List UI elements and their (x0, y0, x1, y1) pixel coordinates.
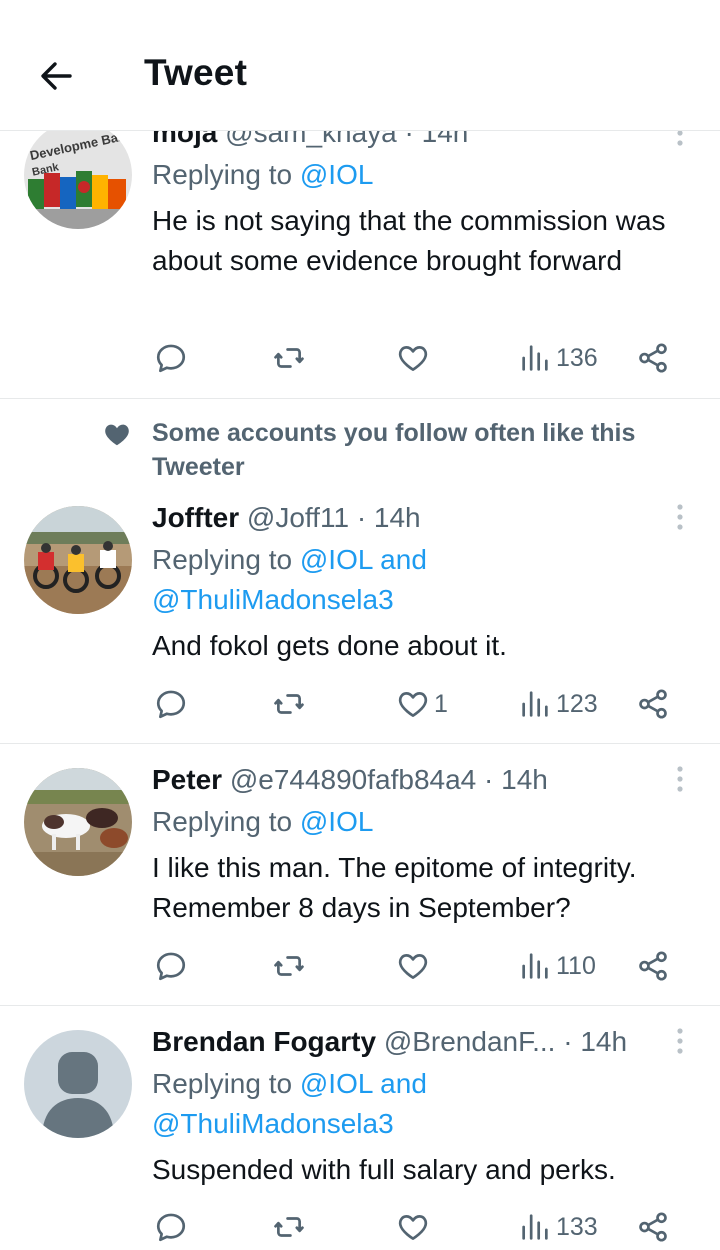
mention-link[interactable]: @IOL and (300, 1068, 427, 1099)
retweet-button[interactable] (272, 684, 306, 724)
tweet-feed: Developme Bank Bank moja @sam_khaya · 14… (0, 0, 720, 1250)
display-name[interactable]: Joffter (152, 502, 239, 533)
views-button[interactable]: 133 (518, 1207, 598, 1247)
reply-button[interactable] (154, 338, 188, 378)
mention-link[interactable]: @IOL (300, 159, 374, 190)
tweet-text: Suspended with full salary and perks. (152, 1154, 616, 1185)
views-button[interactable]: 136 (518, 338, 598, 378)
reply-icon (156, 344, 186, 373)
tweet-text: And fokol gets done about it. (152, 630, 507, 661)
tweet-peter[interactable]: Peter @e744890fafb84a4 · 14h Replying to… (0, 744, 720, 1005)
views-icon (522, 345, 548, 371)
retweet-button[interactable] (272, 1207, 306, 1247)
views-icon (522, 691, 548, 717)
tweet-author-line: Peter @e744890fafb84a4 · 14h (152, 763, 548, 797)
avatar[interactable] (24, 506, 132, 614)
retweet-button[interactable] (272, 946, 306, 986)
tweet-actions: 1 123 (152, 684, 682, 724)
arrow-left-icon[interactable] (36, 56, 76, 96)
tweet-time[interactable]: · 14h (357, 502, 421, 533)
tweet-time[interactable]: · 14h (563, 1026, 627, 1057)
top-bar: Tweet (0, 0, 720, 131)
avatar[interactable]: Developme Bank Bank (24, 121, 132, 229)
reply-button[interactable] (154, 1207, 188, 1247)
retweet-icon (274, 1217, 304, 1237)
tweet-actions: 110 (152, 946, 682, 986)
reply-button[interactable] (154, 684, 188, 724)
retweet-icon (274, 694, 304, 714)
replying-to: Replying to @IOL and (152, 1068, 427, 1099)
tweet-actions: 133 (152, 1207, 682, 1247)
heart-icon (398, 1215, 428, 1240)
replying-to: Replying to @IOL and (152, 544, 427, 575)
user-handle[interactable]: @e744890fafb84a4 (230, 764, 476, 795)
reply-icon (156, 1213, 186, 1242)
views-button[interactable]: 110 (518, 946, 596, 986)
retweet-icon (274, 956, 304, 976)
tweet-author-line: Brendan Fogarty @BrendanF... · 14h (152, 1025, 627, 1059)
mention-link[interactable]: @IOL (300, 806, 374, 837)
tweet-time[interactable]: · 14h (484, 764, 548, 795)
share-icon (639, 1212, 667, 1242)
like-button[interactable] (396, 1207, 434, 1247)
like-count: 1 (434, 689, 448, 718)
user-handle[interactable]: @BrendanF... (384, 1026, 556, 1057)
view-count: 110 (556, 951, 596, 980)
tweet-joffter[interactable]: Some accounts you follow often like this… (0, 399, 720, 743)
share-icon (639, 951, 667, 981)
tweet-actions: 136 (152, 338, 682, 378)
view-count: 133 (556, 1212, 598, 1241)
views-icon (522, 1214, 548, 1240)
tweet-text: I like this man. The epitome of integrit… (152, 852, 637, 923)
heart-icon (398, 954, 428, 979)
share-button[interactable] (636, 946, 670, 986)
share-icon (639, 689, 667, 719)
social-context-text: Some accounts you follow often like this… (152, 419, 636, 481)
like-button[interactable]: 1 (396, 684, 448, 724)
display-name[interactable]: Brendan Fogarty (152, 1026, 376, 1057)
mention-link[interactable]: @IOL and (300, 544, 427, 575)
mention-link[interactable]: @ThuliMadonsela3 (152, 1104, 394, 1144)
tweet-text: He is not saying that the commission was… (152, 205, 666, 276)
like-button[interactable] (396, 338, 434, 378)
views-icon (522, 953, 548, 979)
view-count: 123 (556, 689, 598, 718)
display-name[interactable]: Peter (152, 764, 222, 795)
reply-icon (156, 690, 186, 719)
like-button[interactable] (396, 946, 434, 986)
reply-button[interactable] (154, 946, 188, 986)
avatar[interactable] (24, 1030, 132, 1138)
replying-to: Replying to @IOL (152, 806, 374, 837)
avatar[interactable] (24, 768, 132, 876)
share-icon (639, 343, 667, 373)
share-button[interactable] (636, 338, 670, 378)
views-button[interactable]: 123 (518, 684, 598, 724)
more-vertical-icon[interactable] (670, 502, 690, 532)
more-vertical-icon[interactable] (670, 1026, 690, 1056)
tweet-brendan[interactable]: Brendan Fogarty @BrendanF... · 14h Reply… (0, 1006, 720, 1250)
retweet-icon (274, 348, 304, 368)
heart-icon (398, 692, 428, 717)
tweet-author-line: Joffter @Joff11 · 14h (152, 501, 421, 535)
reply-icon (156, 952, 186, 981)
view-count: 136 (556, 343, 598, 372)
share-button[interactable] (636, 1207, 670, 1247)
mention-link[interactable]: @ThuliMadonsela3 (152, 580, 394, 620)
heart-filled-icon (105, 424, 129, 446)
more-vertical-icon[interactable] (670, 764, 690, 794)
user-handle[interactable]: @Joff11 (247, 502, 349, 533)
share-button[interactable] (636, 684, 670, 724)
replying-to: Replying to @IOL (152, 159, 374, 190)
retweet-button[interactable] (272, 338, 306, 378)
heart-icon (398, 346, 428, 371)
page-title: Tweet (144, 52, 248, 93)
